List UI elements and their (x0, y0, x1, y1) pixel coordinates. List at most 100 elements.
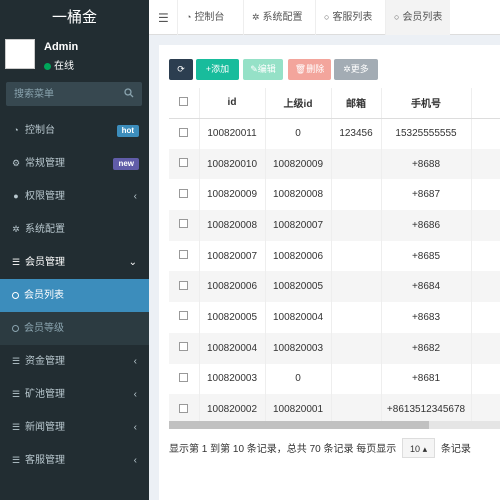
table-cell: 100820006 (265, 240, 332, 272)
table-row[interactable]: 100820010100820009 +8688333 (169, 148, 500, 180)
row-checkbox[interactable] (179, 280, 189, 290)
edit-button[interactable]: ✎编辑 (243, 59, 283, 80)
table-cell: 0 (265, 363, 332, 395)
row-checkbox[interactable] (179, 127, 189, 137)
sidebar-item-mining[interactable]: ☰ 矿池管理 ‹ (0, 378, 149, 411)
tab-member-list[interactable]: ○ 会员列表 (385, 0, 451, 35)
column-header[interactable]: 邮箱 (331, 88, 382, 119)
sidebar-item-label: 客服管理 (25, 455, 65, 466)
hot-badge: hot (116, 125, 139, 137)
hamburger-icon[interactable]: ☰ (158, 11, 169, 25)
row-checkbox[interactable] (179, 311, 189, 321)
table-cell: +8684 (381, 271, 472, 303)
table-row[interactable]: 100820004100820003 +8682333 (169, 332, 500, 364)
select-all-checkbox[interactable] (179, 96, 189, 106)
trash-icon: 🗑 (294, 64, 307, 74)
scrollbar-thumb[interactable] (169, 421, 429, 429)
table-cell: 100820004 (265, 302, 332, 333)
sidebar-item-member-level[interactable]: 会员等级 (0, 312, 149, 345)
select-all-cell[interactable] (169, 88, 200, 119)
table-cell: +8681 (381, 363, 472, 395)
table-cell (331, 271, 382, 303)
table-cell: 100820002 (199, 394, 266, 423)
users-icon: ● (13, 191, 19, 201)
sidebar-item-label: 控制台 (25, 125, 55, 136)
member-list-panel: ⟳ +添加 ✎编辑 🗑删除 ✲更多 id 上级id 邮箱 手机号 1008200… (159, 45, 500, 500)
table-row[interactable]: 1008200030 +8681333 (169, 363, 500, 395)
table-cell: 333 (471, 271, 500, 303)
row-checkbox[interactable] (179, 342, 189, 352)
row-checkbox[interactable] (179, 403, 189, 413)
column-header[interactable]: 手机号 (381, 88, 472, 119)
circle-icon (12, 291, 19, 299)
gear-icon: ✲ (252, 12, 260, 22)
row-select-cell[interactable] (169, 271, 200, 303)
user-status-label: 在线 (54, 61, 74, 72)
table-cell (331, 363, 382, 395)
row-select-cell[interactable] (169, 179, 200, 211)
table-cell: +8685 (381, 240, 472, 272)
row-checkbox[interactable] (179, 158, 189, 168)
column-header[interactable]: id (199, 88, 266, 119)
chevron-left-icon: ‹ (133, 356, 137, 367)
sidebar-item-label: 矿池管理 (25, 389, 65, 400)
table-row[interactable]: 100820005100820004 +8683333 (169, 302, 500, 333)
table-cell: 0 (265, 118, 332, 149)
row-checkbox[interactable] (179, 219, 189, 229)
avatar (5, 39, 35, 69)
search-icon[interactable] (124, 88, 134, 98)
row-select-cell[interactable] (169, 240, 200, 272)
row-select-cell[interactable] (169, 148, 200, 180)
table-cell: 333 (471, 302, 500, 333)
tab-service-list[interactable]: ○ 客服列表 (315, 0, 380, 35)
sidebar-item-permission[interactable]: ● 权限管理 ‹ (0, 180, 149, 213)
sidebar-item-news[interactable]: ☰ 新闻管理 ‹ (0, 411, 149, 444)
table-cell: 100820009 (265, 148, 332, 180)
row-checkbox[interactable] (179, 372, 189, 382)
column-header[interactable] (471, 88, 500, 119)
circle-icon (12, 324, 19, 332)
row-select-cell[interactable] (169, 332, 200, 364)
gear-icon: ✲ (12, 224, 20, 234)
sidebar-item-funds[interactable]: ☰ 资金管理 ‹ (0, 345, 149, 378)
table-row[interactable]: 100820002100820001 +861351234567896e7 (169, 394, 500, 423)
brand-logo[interactable]: 一桶金 (0, 0, 149, 35)
sidebar-item-members[interactable]: ☰ 会员管理 ⌄ (0, 246, 149, 279)
menu-search-input[interactable] (6, 82, 116, 106)
table-cell: 100820009 (199, 179, 266, 211)
table-row[interactable]: 100820007100820006 +8685333 (169, 240, 500, 272)
menu-search (6, 82, 142, 106)
add-button[interactable]: +添加 (196, 59, 239, 80)
sidebar-item-sysconfig[interactable]: ✲ 系统配置 (0, 213, 149, 246)
tab-sysconfig[interactable]: ✲ 系统配置 (243, 0, 311, 35)
table-row[interactable]: 100820011012345615325555555e10 (169, 118, 500, 149)
table-row[interactable]: 100820009100820008 +8687333 (169, 179, 500, 211)
table-cell (331, 332, 382, 364)
row-select-cell[interactable] (169, 302, 200, 333)
sidebar-item-general[interactable]: ⚙ 常规管理 new (0, 147, 149, 180)
row-select-cell[interactable] (169, 210, 200, 241)
more-button[interactable]: ✲更多 (334, 59, 378, 80)
tab-dashboard[interactable]: ◔ 控制台 (177, 0, 232, 35)
table-cell: 15325555555 (381, 118, 472, 149)
table-cell: 333 (471, 179, 500, 211)
delete-button[interactable]: 🗑删除 (288, 59, 331, 80)
row-select-cell[interactable] (169, 118, 200, 149)
table-row[interactable]: 100820006100820005 +8684333 (169, 271, 500, 303)
list-icon: ☰ (11, 257, 21, 267)
table-row[interactable]: 100820008100820007 +8686333 (169, 210, 500, 241)
row-select-cell[interactable] (169, 394, 200, 423)
refresh-button[interactable]: ⟳ (169, 59, 193, 80)
sidebar-item-dashboard[interactable]: ◔ 控制台 hot (0, 114, 149, 147)
page-size-select[interactable]: 10 ▴ (402, 438, 436, 458)
sidebar-item-service[interactable]: ☰ 客服管理 ‹ (0, 444, 149, 477)
row-checkbox[interactable] (179, 188, 189, 198)
horizontal-scrollbar[interactable] (169, 421, 500, 429)
table-cell: 333 (471, 210, 500, 241)
sidebar-item-member-list[interactable]: 会员列表 (0, 279, 149, 312)
user-status: 在线 (44, 57, 74, 72)
column-header[interactable]: 上级id (265, 88, 332, 119)
row-checkbox[interactable] (179, 250, 189, 260)
row-select-cell[interactable] (169, 363, 200, 395)
table-cell: 100820010 (199, 148, 266, 180)
